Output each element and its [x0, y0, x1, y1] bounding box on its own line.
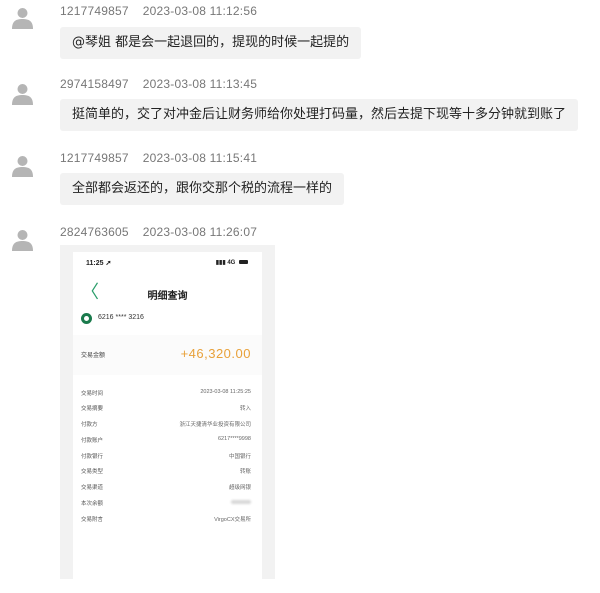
detail-row: 付款银行 中国银行: [73, 452, 262, 466]
detail-value: 转入: [239, 406, 251, 412]
user-silhouette-icon[interactable]: [12, 229, 33, 251]
user-silhouette-icon[interactable]: [12, 83, 33, 105]
message-bubble: @琴姐 都是会一起退回的，提现的时候一起提的: [60, 27, 362, 59]
image-attachment[interactable]: 11:25 ➚ ▮▮▮ 4G 〈 明细查询 6216 **** 3216 交易金…: [60, 245, 275, 579]
detail-key: 交易附言: [81, 517, 104, 523]
card-number: 6216 **** 3216: [98, 314, 144, 321]
detail-row: 付款账户 6217****9998: [73, 436, 262, 450]
detail-key: 付款银行: [81, 454, 104, 460]
detail-value: 转账: [239, 469, 251, 475]
bank-logo-icon: [81, 313, 92, 324]
message-bubble: 挺简单的，交了对冲金后让财务师给你处理打码量，然后去提下现等十多分钟就到账了: [60, 99, 579, 131]
battery-icon: [239, 260, 248, 265]
bank-app-screenshot: 11:25 ➚ ▮▮▮ 4G 〈 明细查询 6216 **** 3216 交易金…: [73, 252, 262, 579]
detail-value-blurred: [231, 499, 251, 505]
status-time: 11:25 ➚: [86, 260, 112, 267]
detail-value: 浙江天捷清华业投资有限公司: [179, 422, 251, 428]
status-indicators: ▮▮▮ 4G: [216, 259, 248, 266]
detail-value: 2023-03-08 11:25:25: [200, 389, 251, 395]
detail-value: VirgoCX交易所: [214, 517, 251, 523]
detail-key: 付款账户: [81, 438, 104, 444]
detail-key: 付款方: [81, 422, 98, 428]
detail-row: 交易渠道 超级网银: [73, 483, 262, 497]
detail-row: 交易附言 VirgoCX交易所: [73, 515, 262, 529]
timestamp: 2023-03-08 11:15:41: [142, 151, 258, 165]
user-silhouette-icon[interactable]: [12, 155, 33, 177]
user-silhouette-icon[interactable]: [12, 7, 33, 29]
detail-key: 本次余额: [81, 501, 104, 507]
amount-row: 交易金额 +46,320.00: [73, 335, 262, 375]
amount-value: +46,320.00: [180, 346, 251, 361]
detail-row: 付款方 浙江天捷清华业投资有限公司: [73, 420, 262, 434]
user-id[interactable]: 1217749857: [60, 4, 129, 18]
message-meta: 1217749857 2023-03-08 11:15:41: [60, 151, 257, 165]
detail-row: 本次余额: [73, 499, 262, 513]
detail-row: 交易时间 2023-03-08 11:25:25: [73, 389, 262, 403]
message-bubble: 全部都会返还的，跟你交那个税的流程一样的: [60, 173, 345, 205]
user-id[interactable]: 2974158497: [60, 77, 129, 91]
timestamp: 2023-03-08 11:26:07: [142, 225, 258, 239]
detail-row: 交易类型 转账: [73, 467, 262, 481]
user-id[interactable]: 2824763605: [60, 225, 129, 239]
network-label: 4G: [227, 260, 236, 266]
detail-value: 超级网银: [228, 485, 251, 491]
message-meta: 2824763605 2023-03-08 11:26:07: [60, 225, 257, 239]
screen-title: 明细查询: [147, 291, 188, 302]
user-id[interactable]: 1217749857: [60, 151, 129, 165]
detail-value: 中国银行: [228, 454, 251, 460]
signal-icon: ▮▮▮: [215, 260, 226, 266]
timestamp: 2023-03-08 11:12:56: [142, 4, 258, 18]
message-meta: 1217749857 2023-03-08 11:12:56: [60, 4, 257, 18]
detail-value: 6217****9998: [217, 436, 251, 442]
detail-key: 交易摘要: [81, 406, 104, 412]
amount-label: 交易金额: [81, 353, 106, 359]
detail-key: 交易类型: [81, 469, 104, 475]
detail-key: 交易时间: [81, 391, 104, 397]
detail-key: 交易渠道: [81, 485, 104, 491]
message-meta: 2974158497 2023-03-08 11:13:45: [60, 77, 257, 91]
timestamp: 2023-03-08 11:13:45: [142, 77, 258, 91]
detail-row: 交易摘要 转入: [73, 404, 262, 418]
